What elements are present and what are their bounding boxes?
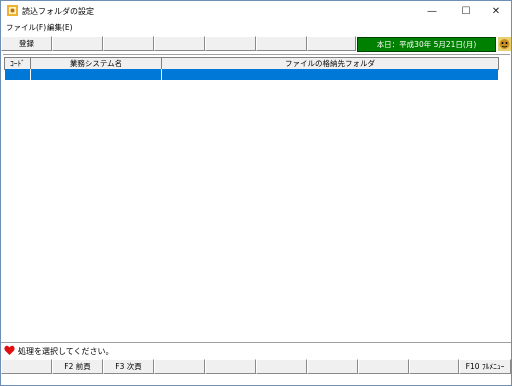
close-icon: ✕ — [491, 5, 501, 17]
cell-folder[interactable] — [162, 69, 497, 80]
window-title: 読込フォルダの設定 — [22, 7, 94, 16]
cell-system-name[interactable] — [31, 69, 162, 80]
function-key[interactable] — [307, 359, 358, 374]
minimize-icon: — — [427, 5, 437, 17]
mascot-icon — [498, 37, 511, 51]
register-button[interactable]: 登録 — [1, 36, 52, 51]
heart-icon — [4, 345, 15, 355]
bottom-toolbar: F2 前頁 F3 次頁 F10 ﾌﾙﾒﾆｭｰ — [1, 359, 511, 374]
function-key[interactable] — [307, 36, 356, 51]
function-key[interactable] — [1, 359, 52, 374]
app-icon — [7, 5, 18, 16]
cell-code[interactable] — [5, 69, 31, 80]
function-key[interactable] — [205, 359, 256, 374]
function-key[interactable] — [256, 359, 307, 374]
menu-edit[interactable]: 編集(E) — [47, 22, 73, 33]
minimize-button[interactable]: — — [416, 1, 448, 21]
data-grid[interactable]: ｺｰﾄﾞ 業務システム名 ファイルの格納先フォルダ — [3, 54, 510, 343]
function-key[interactable] — [205, 36, 256, 51]
title-bar: 読込フォルダの設定 — ☐ ✕ — [1, 1, 511, 21]
prev-page-button[interactable]: F2 前頁 — [52, 359, 103, 374]
today-date: 本日：平成30年 5月21日(月) — [357, 37, 496, 52]
function-key[interactable] — [256, 36, 307, 51]
function-key[interactable] — [409, 359, 459, 374]
status-bar: 処理を選択してください。 — [1, 342, 511, 359]
menu-bar: ファイル(F) 編集(E) — [1, 21, 511, 33]
top-toolbar: 登録 本日：平成30年 5月21日(月) — [1, 36, 511, 52]
function-key[interactable] — [358, 359, 409, 374]
close-button[interactable]: ✕ — [480, 1, 512, 21]
function-key[interactable] — [103, 36, 154, 51]
application-window: 読込フォルダの設定 — ☐ ✕ ファイル(F) 編集(E) 登録 本日：平成30… — [0, 0, 512, 386]
function-key[interactable] — [154, 36, 205, 51]
next-page-button[interactable]: F3 次頁 — [103, 359, 154, 374]
full-menu-button[interactable]: F10 ﾌﾙﾒﾆｭｰ — [459, 359, 511, 374]
status-message: 処理を選択してください。 — [18, 347, 114, 356]
function-key[interactable] — [154, 359, 205, 374]
maximize-icon: ☐ — [461, 5, 471, 17]
menu-file[interactable]: ファイル(F) — [6, 22, 46, 33]
function-key[interactable] — [52, 36, 103, 51]
selected-row[interactable] — [5, 69, 498, 80]
maximize-button[interactable]: ☐ — [450, 1, 482, 21]
